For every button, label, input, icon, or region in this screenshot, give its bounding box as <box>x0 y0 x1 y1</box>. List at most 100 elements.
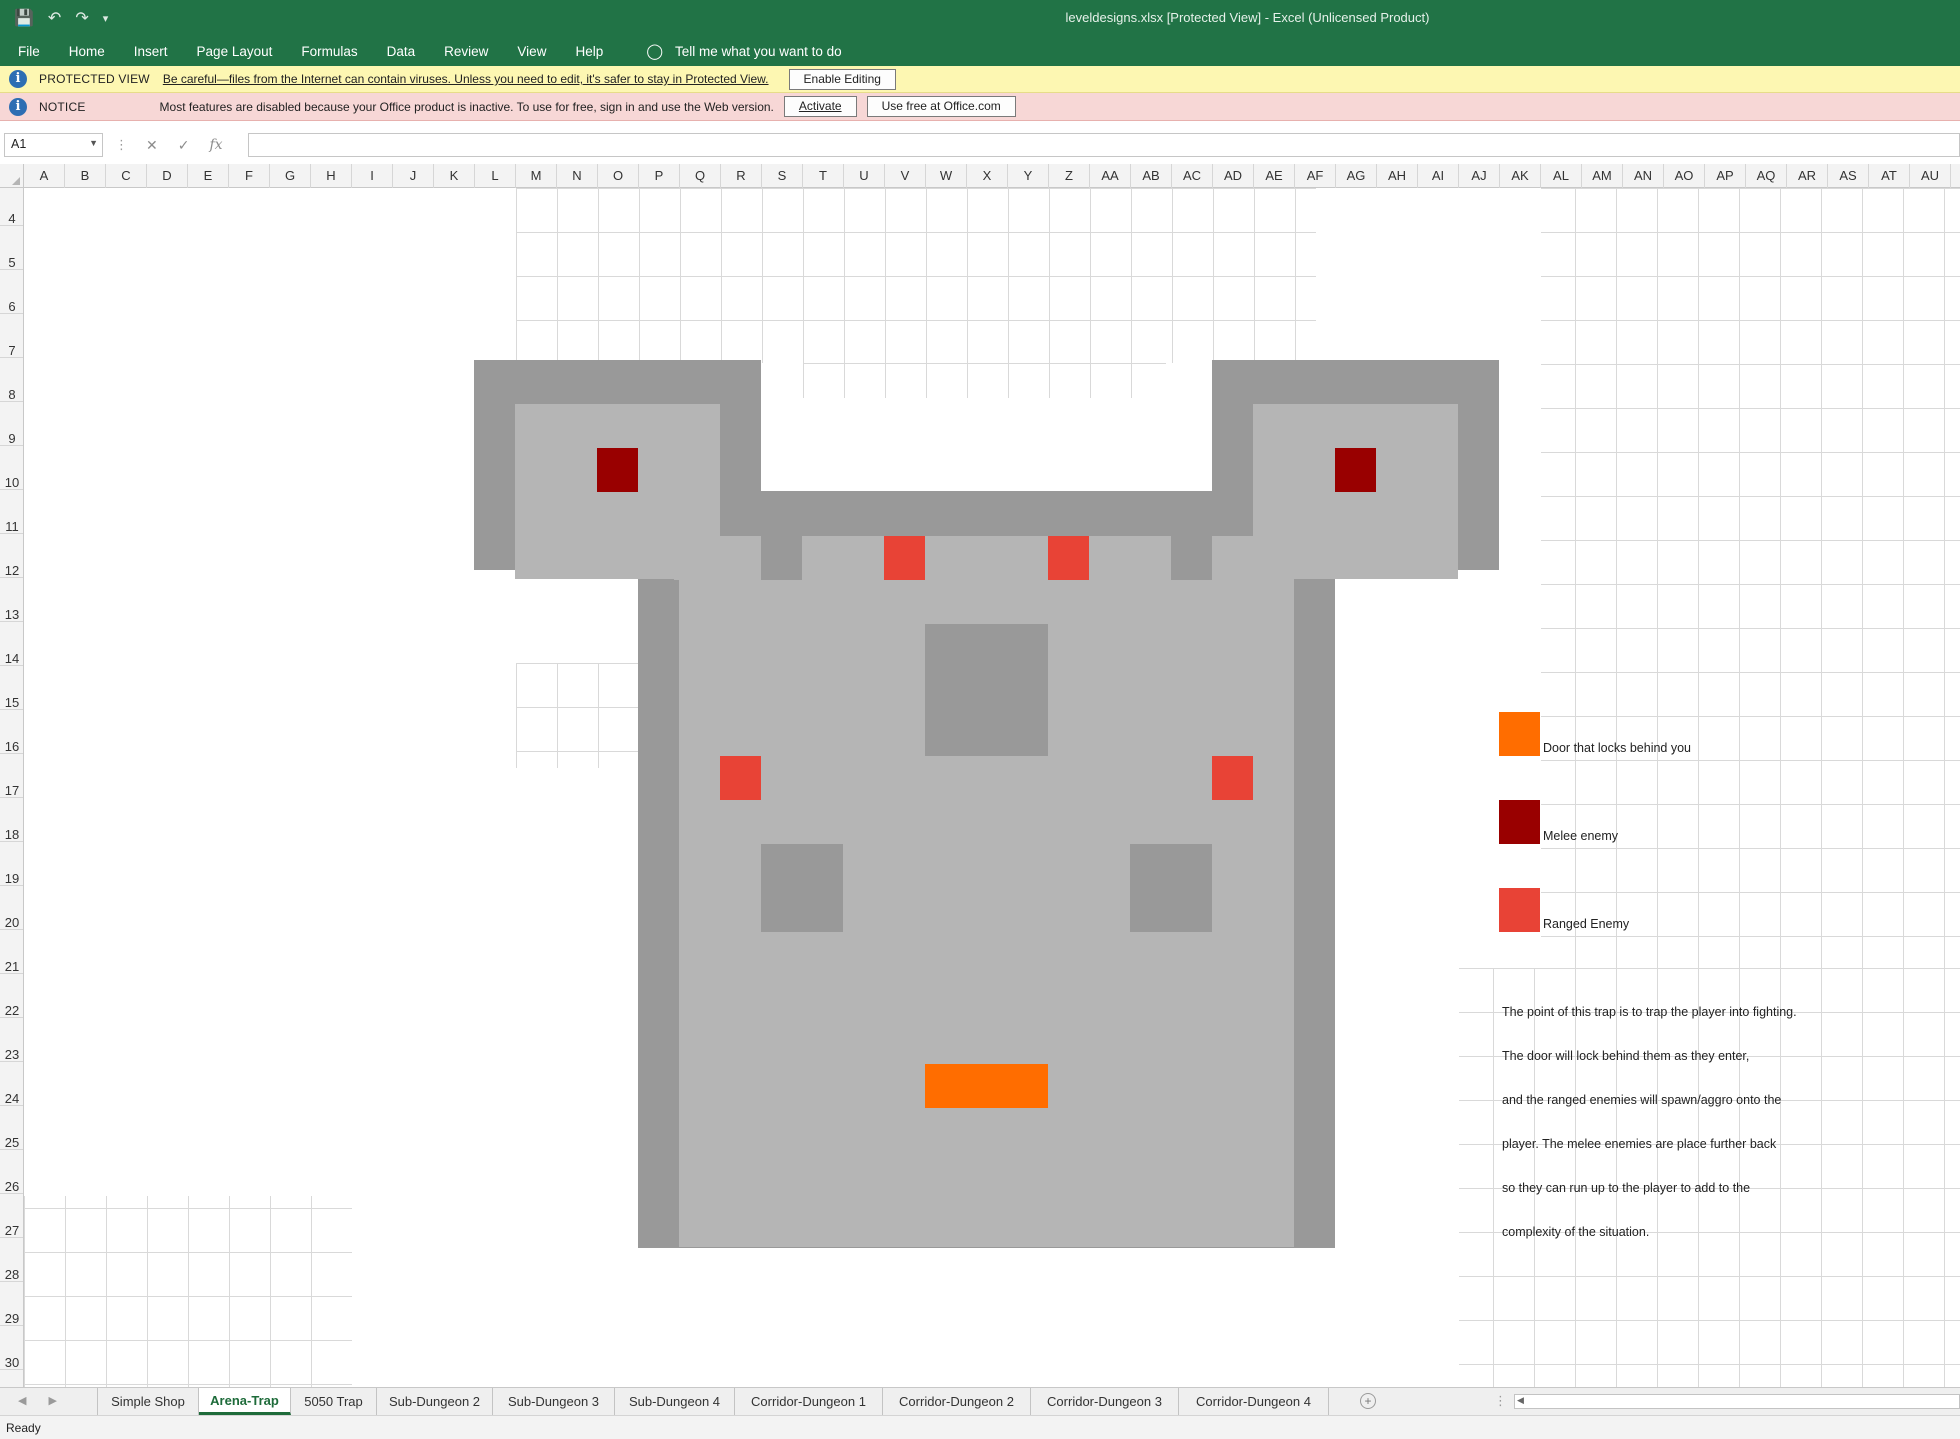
column-header[interactable]: K <box>434 164 475 188</box>
column-header[interactable]: A <box>24 164 65 188</box>
column-header[interactable]: T <box>803 164 844 188</box>
column-header[interactable]: Q <box>680 164 721 188</box>
row-header[interactable]: 16 <box>0 710 23 754</box>
column-header[interactable]: AE <box>1254 164 1295 188</box>
column-header[interactable]: AI <box>1418 164 1459 188</box>
column-header[interactable]: AR <box>1787 164 1828 188</box>
row-header[interactable]: 7 <box>0 314 23 358</box>
column-header[interactable]: AG <box>1336 164 1377 188</box>
column-header[interactable]: AT <box>1869 164 1910 188</box>
column-header[interactable]: V <box>885 164 926 188</box>
menu-insert[interactable]: Insert <box>134 44 168 59</box>
horizontal-scrollbar[interactable]: ◀ <box>1514 1394 1960 1409</box>
chevron-down-icon[interactable]: ▼ <box>89 138 98 148</box>
cancel-icon[interactable]: ✕ <box>146 137 158 154</box>
column-header[interactable]: N <box>557 164 598 188</box>
column-header[interactable]: E <box>188 164 229 188</box>
column-header[interactable]: AK <box>1500 164 1541 188</box>
tab-corridor-dungeon-1[interactable]: Corridor-Dungeon 1 <box>735 1388 883 1415</box>
column-header[interactable]: AN <box>1623 164 1664 188</box>
tab-corridor-dungeon-4[interactable]: Corridor-Dungeon 4 <box>1179 1388 1329 1415</box>
row-header[interactable]: 21 <box>0 930 23 974</box>
column-header[interactable]: U <box>844 164 885 188</box>
row-header[interactable]: 5 <box>0 226 23 270</box>
tab-splitter-icon[interactable]: ⋮ <box>1494 1393 1507 1409</box>
row-header[interactable]: 4 <box>0 188 23 226</box>
column-header[interactable]: W <box>926 164 967 188</box>
tab-simple-shop[interactable]: Simple Shop <box>97 1388 199 1415</box>
scroll-left-icon[interactable]: ◀ <box>1517 1395 1524 1406</box>
tab-sub-dungeon-4[interactable]: Sub-Dungeon 4 <box>615 1388 735 1415</box>
function-icon[interactable]: fx <box>209 137 222 154</box>
name-box[interactable]: A1 ▼ <box>4 133 103 157</box>
column-header[interactable]: AB <box>1131 164 1172 188</box>
row-header[interactable]: 29 <box>0 1282 23 1326</box>
menu-view[interactable]: View <box>517 44 546 59</box>
protected-view-message[interactable]: Be careful—files from the Internet can c… <box>163 72 769 86</box>
column-header[interactable]: AS <box>1828 164 1869 188</box>
column-header[interactable]: J <box>393 164 434 188</box>
activate-button[interactable]: Activate <box>783 96 857 117</box>
row-header[interactable]: 14 <box>0 622 23 666</box>
menu-review[interactable]: Review <box>444 44 488 59</box>
column-header[interactable]: AL <box>1541 164 1582 188</box>
column-header[interactable]: C <box>106 164 147 188</box>
row-header[interactable]: 10 <box>0 446 23 490</box>
enable-editing-button[interactable]: Enable Editing <box>788 68 896 90</box>
column-header[interactable]: Z <box>1049 164 1090 188</box>
tab-5050-trap[interactable]: 5050 Trap <box>291 1388 377 1415</box>
column-header[interactable]: AD <box>1213 164 1254 188</box>
tab-sub-dungeon-2[interactable]: Sub-Dungeon 2 <box>377 1388 493 1415</box>
column-header[interactable]: AA <box>1090 164 1131 188</box>
row-header[interactable]: 22 <box>0 974 23 1018</box>
enter-icon[interactable]: ✓ <box>178 137 190 154</box>
row-header[interactable]: 8 <box>0 358 23 402</box>
tab-nav-arrows[interactable]: ◀▶ <box>18 1394 79 1407</box>
column-header[interactable]: B <box>65 164 106 188</box>
column-header[interactable]: AO <box>1664 164 1705 188</box>
row-header[interactable]: 11 <box>0 490 23 534</box>
tell-me-box[interactable]: ◯ Tell me what you want to do <box>646 42 841 60</box>
formula-input[interactable] <box>248 133 1960 157</box>
column-header[interactable]: AQ <box>1746 164 1787 188</box>
column-header[interactable]: S <box>762 164 803 188</box>
column-header[interactable]: AJ <box>1459 164 1500 188</box>
row-header[interactable]: 20 <box>0 886 23 930</box>
row-header[interactable]: 23 <box>0 1018 23 1062</box>
column-header[interactable]: Y <box>1008 164 1049 188</box>
column-header[interactable]: AH <box>1377 164 1418 188</box>
column-header[interactable]: R <box>721 164 762 188</box>
use-free-button[interactable]: Use free at Office.com <box>866 96 1016 117</box>
row-header[interactable]: 25 <box>0 1106 23 1150</box>
column-header[interactable]: AU <box>1910 164 1951 188</box>
column-header[interactable]: X <box>967 164 1008 188</box>
menu-home[interactable]: Home <box>69 44 105 59</box>
tab-corridor-dungeon-3[interactable]: Corridor-Dungeon 3 <box>1031 1388 1179 1415</box>
column-header[interactable]: AP <box>1705 164 1746 188</box>
row-header[interactable]: 24 <box>0 1062 23 1106</box>
row-header[interactable]: 28 <box>0 1238 23 1282</box>
row-header[interactable]: 12 <box>0 534 23 578</box>
row-header[interactable]: 15 <box>0 666 23 710</box>
column-header[interactable]: O <box>598 164 639 188</box>
column-header[interactable]: G <box>270 164 311 188</box>
row-header[interactable]: 18 <box>0 798 23 842</box>
row-header[interactable]: 9 <box>0 402 23 446</box>
row-header[interactable]: 13 <box>0 578 23 622</box>
tab-sub-dungeon-3[interactable]: Sub-Dungeon 3 <box>493 1388 615 1415</box>
add-sheet-icon[interactable]: + <box>1360 1393 1376 1409</box>
tab-corridor-dungeon-2[interactable]: Corridor-Dungeon 2 <box>883 1388 1031 1415</box>
column-header[interactable]: L <box>475 164 516 188</box>
column-header[interactable]: F <box>229 164 270 188</box>
column-header[interactable]: AM <box>1582 164 1623 188</box>
menu-page-layout[interactable]: Page Layout <box>197 44 273 59</box>
row-header[interactable]: 27 <box>0 1194 23 1238</box>
column-header[interactable]: AC <box>1172 164 1213 188</box>
more-options-icon[interactable]: ⋮ <box>115 137 128 153</box>
menu-data[interactable]: Data <box>387 44 416 59</box>
row-header[interactable]: 30 <box>0 1326 23 1370</box>
column-header[interactable]: D <box>147 164 188 188</box>
column-header[interactable]: H <box>311 164 352 188</box>
column-header[interactable]: I <box>352 164 393 188</box>
row-header[interactable]: 19 <box>0 842 23 886</box>
